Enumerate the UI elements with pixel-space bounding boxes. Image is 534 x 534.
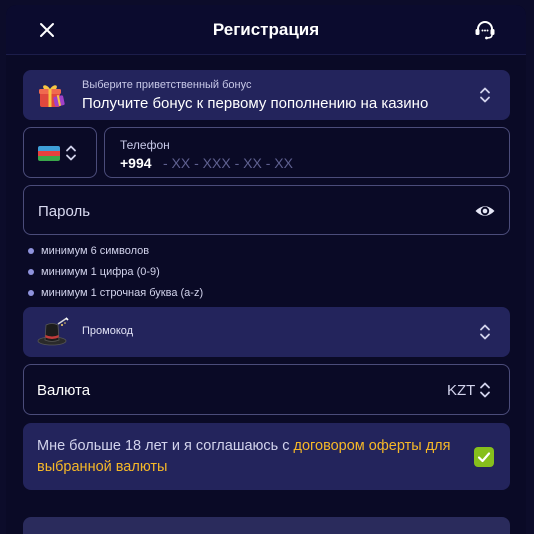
promo-code-select[interactable]: Промокод [23,307,510,357]
chevron-up-down-icon [66,145,76,161]
phone-input-mask: - XX - XXX - XX - XX [163,155,293,171]
password-field[interactable]: Пароль [23,185,510,235]
phone-country-code: +994 [120,155,152,171]
welcome-bonus-select[interactable]: Выберите приветственный бонус Получите б… [23,70,510,120]
bullet-dot [28,290,34,296]
country-code-select[interactable] [23,127,97,178]
phone-label: Телефон [120,138,170,152]
agreement-text: Мне больше 18 лет и я соглашаюсь с догов… [37,436,477,478]
submit-button[interactable] [23,517,510,534]
bonus-selected-value: Получите бонус к первому пополнению на к… [82,95,429,112]
checkmark-icon [477,452,491,463]
magic-hat-icon [37,317,69,346]
chevron-up-down-icon [480,324,490,340]
phone-field[interactable]: Телефон +994 - XX - XXX - XX - XX [104,127,510,178]
bullet-dot [28,269,34,275]
chevron-up-down-icon [480,382,490,398]
registration-modal: Регистрация Выберите приветственный бону… [6,5,526,534]
agreement-block: Мне больше 18 лет и я соглашаюсь с догов… [23,423,510,490]
modal-header: Регистрация [6,5,526,55]
bullet-dot [28,248,34,254]
agreement-checkbox[interactable] [474,447,494,467]
headset-icon[interactable] [472,17,498,43]
agreement-text-prefix: Мне больше 18 лет и я соглашаюсь с [37,438,294,454]
currency-value: KZT [447,382,476,399]
currency-select[interactable]: Валюта KZT [23,364,510,415]
currency-label: Валюта [37,382,91,399]
chevron-up-down-icon [480,87,490,103]
password-placeholder: Пароль [38,203,91,220]
bonus-caption: Выберите приветственный бонус [82,79,252,91]
promo-code-label: Промокод [82,325,134,337]
azerbaijan-flag-icon [38,146,60,161]
eye-icon[interactable] [474,200,496,222]
modal-title: Регистрация [212,20,320,39]
gift-icon [39,85,65,107]
